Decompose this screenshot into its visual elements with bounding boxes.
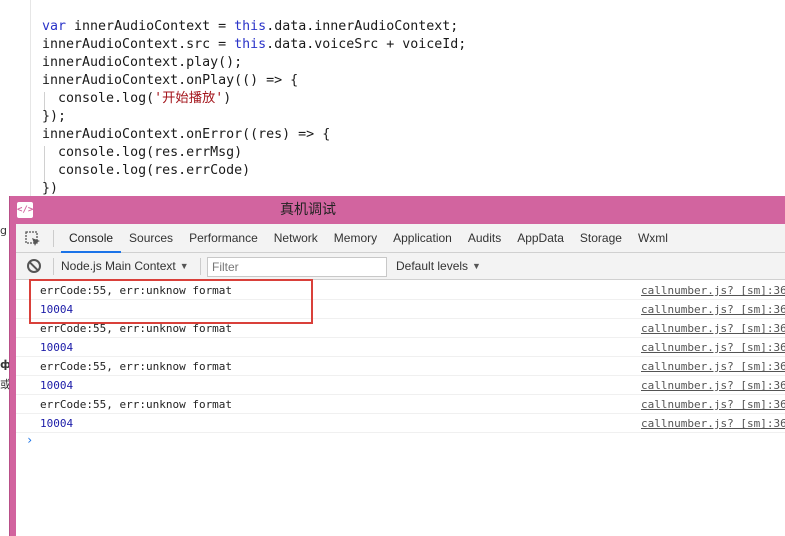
tab-console[interactable]: Console [61, 224, 122, 253]
devtools-panel: Console Sources Performance Network Memory Ap… [16, 224, 785, 536]
code-block: var innerAudioContext = this.data.innerA… [42, 18, 466, 198]
clear-console-icon[interactable] [27, 259, 41, 273]
code-text: console.log( [58, 91, 155, 106]
source-link[interactable]: callnumber.js? [sm]:36 [641, 395, 785, 414]
console-prompt[interactable]: › [26, 433, 33, 447]
console-message-text: 10004 [40, 379, 74, 392]
code-line: console.log(res.errMsg) [42, 144, 466, 162]
caret-down-icon: ▼ [472, 261, 481, 271]
code-line: console.log(res.errCode) [42, 162, 466, 180]
code-keyword: var [42, 19, 67, 34]
levels-label: Default levels [396, 259, 469, 273]
tab-application[interactable]: Application [385, 224, 460, 253]
code-text: .data.voiceSrc + voiceId; [266, 37, 467, 52]
code-text: console.log(res.errCode) [58, 163, 251, 178]
context-label: Node.js Main Context [61, 259, 176, 273]
tab-wxml[interactable]: Wxml [630, 224, 676, 253]
code-line: console.log('开始播放') [42, 90, 466, 108]
code-line: innerAudioContext.onError((res) => { [42, 126, 466, 144]
highlight-box [29, 279, 313, 324]
code-text: innerAudioContext.play(); [42, 55, 243, 70]
source-link[interactable]: callnumber.js? [sm]:36 [641, 376, 785, 395]
log-levels-dropdown[interactable]: Default levels ▼ [396, 253, 481, 280]
console-message: 10004 callnumber.js? [sm]:36 [16, 338, 785, 357]
inspect-element-icon[interactable] [25, 231, 41, 247]
tab-memory[interactable]: Memory [326, 224, 385, 253]
toolbar-divider [200, 258, 201, 275]
tab-performance[interactable]: Performance [181, 224, 266, 253]
code-line: }); [42, 108, 466, 126]
code-text: ) [223, 91, 232, 106]
console-message-text: 10004 [40, 417, 74, 430]
code-line: var innerAudioContext = this.data.innerA… [42, 18, 466, 36]
context-selector[interactable]: Node.js Main Context ▼ [61, 253, 189, 280]
code-text: .data.innerAudioContext; [266, 19, 459, 34]
caret-down-icon: ▼ [179, 261, 189, 271]
tab-audits[interactable]: Audits [460, 224, 509, 253]
code-keyword: this [234, 37, 267, 52]
tab-network[interactable]: Network [266, 224, 326, 253]
code-text: console.log(res.errMsg) [58, 145, 243, 160]
filter-input[interactable] [207, 257, 387, 277]
console-message-text: errCode:55, err:unknow format [40, 360, 233, 373]
code-line: innerAudioContext.play(); [42, 54, 466, 72]
code-text: innerAudioContext = [66, 19, 235, 34]
console-message-text: 10004 [40, 341, 74, 354]
console-message: errCode:55, err:unknow format callnumber.… [16, 395, 785, 414]
code-text: }) [42, 181, 59, 196]
code-text: }); [42, 109, 67, 124]
code-text: innerAudioContext.onError((res) => { [42, 127, 331, 142]
tab-sources[interactable]: Sources [121, 224, 181, 253]
source-link[interactable]: callnumber.js? [sm]:36 [641, 281, 785, 300]
code-keyword: this [234, 19, 267, 34]
console-message: errCode:55, err:unknow format callnumber.… [16, 357, 785, 376]
code-line: innerAudioContext.src = this.data.voiceS… [42, 36, 466, 54]
devtools-tabbar: Console Sources Performance Network Memory Ap… [16, 224, 785, 253]
window-titlebar[interactable]: </> 真机调试 [10, 196, 785, 224]
console-message: 10004 callnumber.js? [sm]:36 [16, 376, 785, 395]
source-link[interactable]: callnumber.js? [sm]:36 [641, 338, 785, 357]
console-message: 10004 callnumber.js? [sm]:36 [16, 414, 785, 433]
code-line: innerAudioContext.onPlay(() => { [42, 72, 466, 90]
code-text: innerAudioContext.onPlay(() => { [42, 73, 299, 88]
source-link[interactable]: callnumber.js? [sm]:36 [641, 300, 785, 319]
tabbar-divider [53, 230, 54, 247]
source-link[interactable]: callnumber.js? [sm]:36 [641, 357, 785, 376]
console-message-text: errCode:55, err:unknow format [40, 398, 233, 411]
devtools-tabs: Console Sources Performance Network Memory Ap… [61, 224, 676, 253]
window-title: 真机调试 [280, 202, 336, 218]
code-editor: var innerAudioContext = this.data.innerA… [0, 0, 785, 196]
source-link[interactable]: callnumber.js? [sm]:36 [641, 319, 785, 338]
toolbar-divider [53, 258, 54, 275]
code-string: '开始播放' [154, 91, 224, 106]
source-link[interactable]: callnumber.js? [sm]:36 [641, 414, 785, 433]
code-text: innerAudioContext.src = [42, 37, 235, 52]
devtools-window: </> 真机调试 Console Sources Performance Networ… [9, 196, 785, 536]
tab-storage[interactable]: Storage [572, 224, 630, 253]
console-toolbar: Node.js Main Context▼ Default levels▼ [16, 253, 785, 280]
editor-gutter-line [30, 0, 31, 196]
tab-appdata[interactable]: AppData [509, 224, 572, 253]
